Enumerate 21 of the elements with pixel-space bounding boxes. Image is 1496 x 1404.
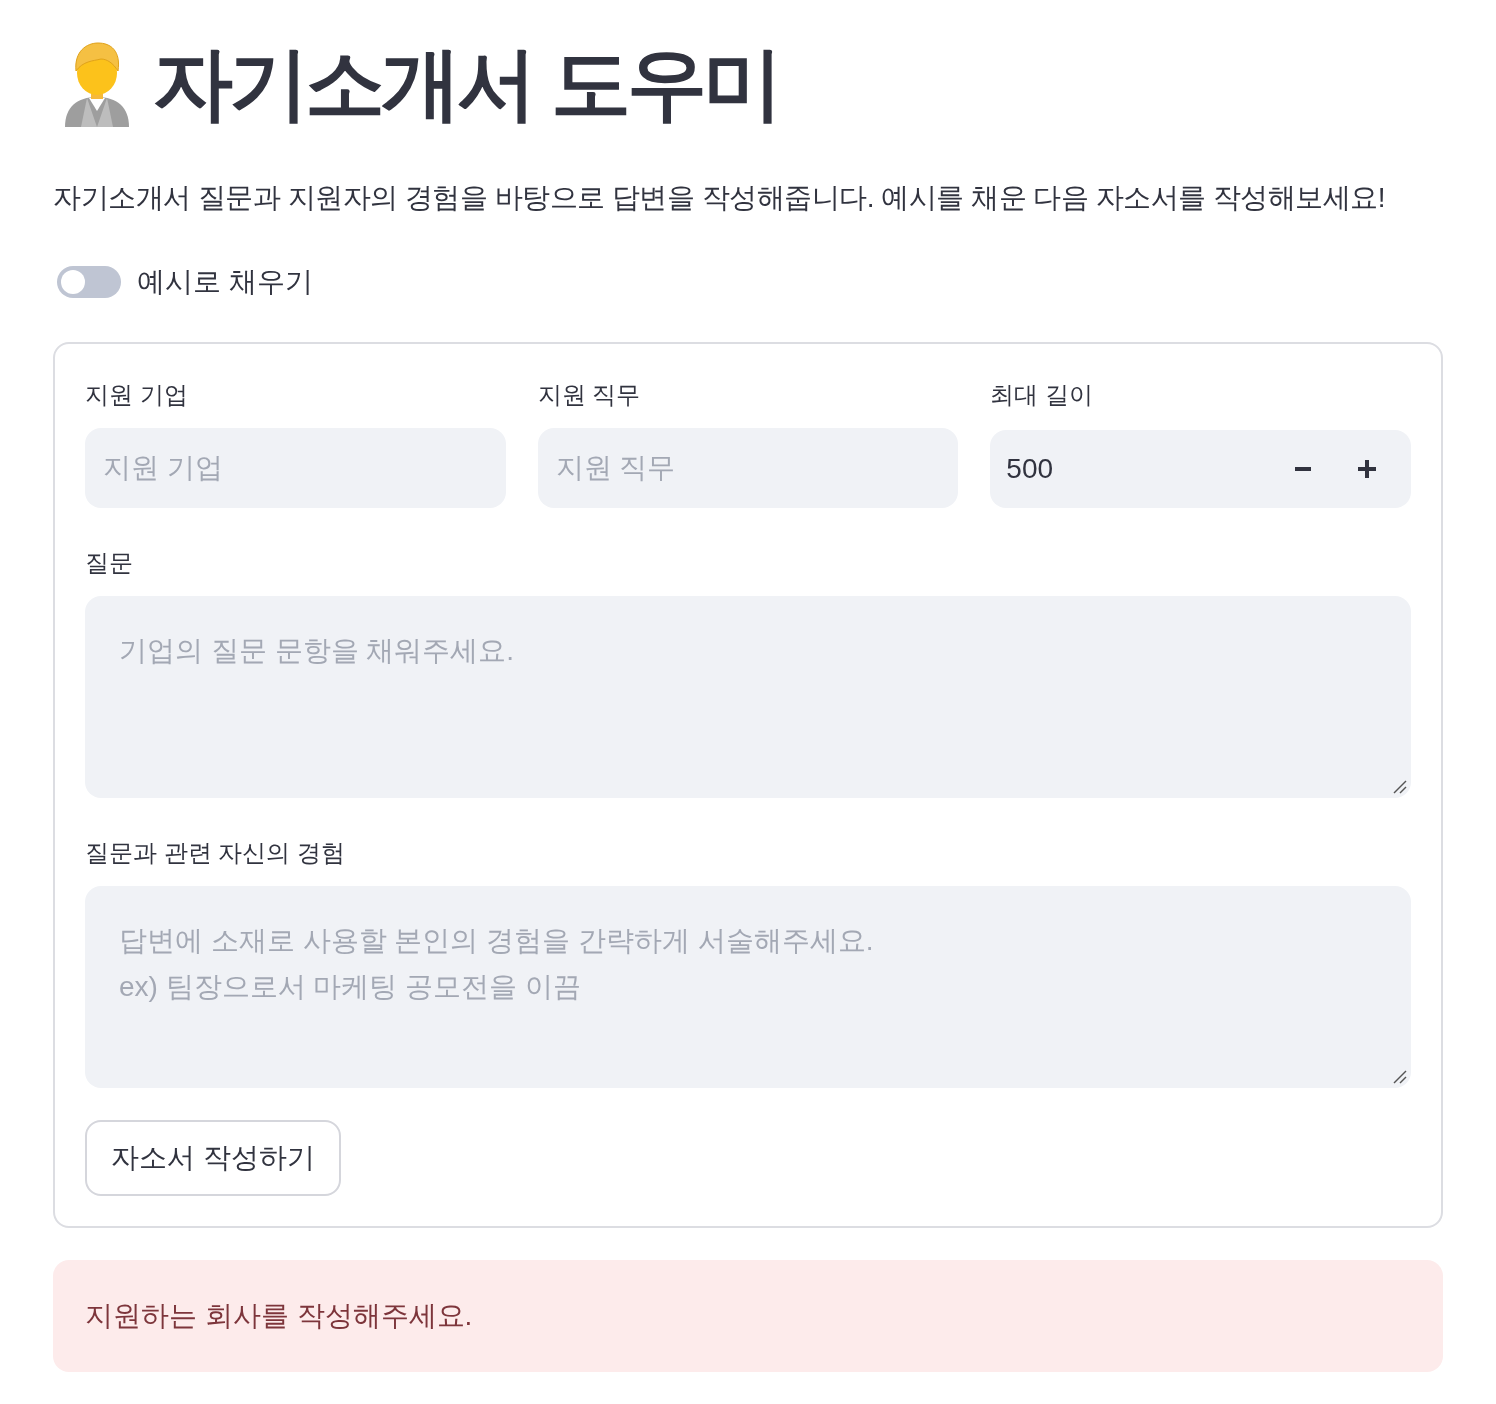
field-label: 지원 직무 — [537, 380, 642, 410]
text-area[interactable]: 답변에 소재로 사용할 본인의 경험을 간략하게 서술해주세요. ex) 팀장으로서 마케팅 공모전을 이끔 — [85, 886, 1411, 1088]
toggle-label: 예시로 채우기 — [137, 265, 313, 299]
field-label: 질문 — [85, 548, 134, 578]
submit-button[interactable]: 자소서 작성하기 — [85, 1120, 341, 1196]
field-label: 최대 길이 — [990, 380, 1094, 410]
plus-icon — [1358, 460, 1376, 478]
text-input[interactable]: 지원 직무 — [537, 428, 959, 508]
increment-button[interactable] — [1335, 430, 1411, 508]
minus-icon — [1295, 467, 1311, 471]
page-title: 자기소개서 도우미 — [153, 38, 780, 130]
field-label: 질문과 관련 자신의 경험 — [85, 838, 346, 868]
text-area[interactable]: 기업의 질문 문항을 채워주세요. — [85, 596, 1411, 798]
alert-text: 지원하는 회사를 작성해주세요. — [85, 1299, 473, 1333]
resize-handle-icon[interactable] — [1393, 1070, 1407, 1084]
field-label: 지원 기업 — [85, 380, 189, 410]
description-text: 자기소개서 질문과 지원자의 경험을 바탕으로 답변을 작성해줍니다. 예시를 채운 다음 자소서를 작성해보세요! — [53, 181, 1387, 215]
toggle-switch[interactable] — [57, 266, 121, 298]
text-input[interactable]: 지원 기업 — [85, 428, 506, 508]
resize-handle-icon[interactable] — [1393, 780, 1407, 794]
number-input[interactable]: 500 — [990, 430, 1271, 508]
